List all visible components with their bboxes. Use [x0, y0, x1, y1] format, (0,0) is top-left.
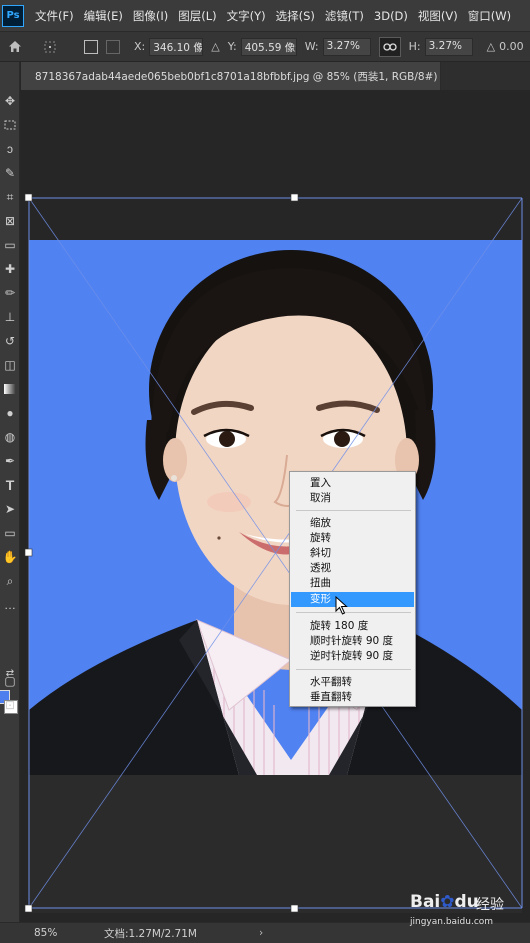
- baidu-paw-icon: ✿: [440, 892, 455, 912]
- path-select-icon[interactable]: ➤: [0, 498, 20, 520]
- menu-view[interactable]: 视图(V): [413, 8, 463, 24]
- baidu-jingyan-watermark: Bai✿du 经验 jingyan.baidu.com: [410, 888, 526, 938]
- screen-mode-icon[interactable]: ▢: [0, 670, 20, 692]
- photoshop-logo[interactable]: Ps: [2, 4, 24, 27]
- jingyan-label: 经验: [476, 897, 504, 913]
- tools-panel: ✥ ↄ ✎ ⌗ ⊠ ▭ ✚ ✏ ⊥ ↺ ◫ ● ◍ ✒ T ➤ ▭ ✋ ⌕ … …: [0, 62, 20, 922]
- zoom-level-field[interactable]: 85%: [34, 927, 74, 939]
- menu-separator: [296, 510, 411, 511]
- menu-item-rotate-90-cw[interactable]: 顺时针旋转 90 度: [291, 634, 414, 649]
- status-menu-arrow-icon[interactable]: ›: [259, 927, 263, 939]
- lasso-tool-icon[interactable]: ↄ: [0, 138, 20, 160]
- menu-item-warp[interactable]: 变形: [291, 592, 414, 607]
- chain-link-icon[interactable]: [378, 36, 401, 57]
- brush-tool-icon[interactable]: ✏: [0, 282, 20, 304]
- menu-window[interactable]: 窗口(W): [463, 8, 516, 24]
- home-icon[interactable]: [6, 39, 24, 55]
- history-brush-icon[interactable]: ↺: [0, 330, 20, 352]
- stamp-tool-icon[interactable]: ⊥: [0, 306, 20, 328]
- menu-item-place[interactable]: 置入: [291, 476, 414, 491]
- document-info[interactable]: 文档:1.27M/2.71M: [104, 926, 197, 941]
- menu-item-rotate-180[interactable]: 旋转 180 度: [291, 619, 414, 634]
- menu-layer[interactable]: 图层(L): [173, 8, 221, 24]
- angle-icon: △: [486, 40, 496, 53]
- menu-item-rotate-90-ccw[interactable]: 逆时针旋转 90 度: [291, 649, 414, 664]
- x-label: X:: [134, 40, 146, 53]
- menu-item-flip-vertical[interactable]: 垂直翻转: [291, 690, 414, 705]
- angle-field[interactable]: 0.00: [499, 40, 524, 53]
- hand-tool-icon[interactable]: ✋: [0, 546, 20, 568]
- document-tab[interactable]: 8718367adab44aede065beb0bf1c8701a18bfbbf…: [21, 62, 465, 90]
- frame-tool-icon[interactable]: ⊠: [0, 210, 20, 232]
- eraser-tool-icon[interactable]: ◫: [0, 354, 20, 376]
- move-tool-icon[interactable]: ✥: [0, 90, 20, 112]
- document-title: 8718367adab44aede065beb0bf1c8701a18bfbbf…: [35, 70, 447, 83]
- menu-item-perspective[interactable]: 透视: [291, 561, 414, 576]
- edit-toolbar-icon[interactable]: ⊡: [0, 694, 20, 716]
- transform-context-menu: 置入 取消 缩放 旋转 斜切 透视 扭曲 变形 旋转 180 度 顺时针旋转 9…: [289, 471, 416, 707]
- transform-bounding-box[interactable]: [21, 90, 530, 922]
- x-field[interactable]: 346.10 像素: [149, 37, 204, 56]
- y-label: Y:: [227, 40, 237, 53]
- crop-tool-icon[interactable]: ⌗: [0, 186, 20, 208]
- more-tools-icon[interactable]: …: [0, 594, 20, 616]
- menu-item-skew[interactable]: 斜切: [291, 546, 414, 561]
- gradient-tool-icon[interactable]: [0, 378, 20, 400]
- mouse-pointer-icon: [335, 596, 348, 615]
- watermark-url: jingyan.baidu.com: [410, 917, 494, 927]
- menu-edit[interactable]: 编辑(E): [79, 8, 128, 24]
- menu-image[interactable]: 图像(I): [128, 8, 173, 24]
- menu-item-rotate[interactable]: 旋转: [291, 531, 414, 546]
- dodge-tool-icon[interactable]: ◍: [0, 426, 20, 448]
- quick-select-tool-icon[interactable]: ✎: [0, 162, 20, 184]
- menu-separator: [296, 612, 411, 613]
- tab-strip-empty: [441, 62, 530, 90]
- menu-item-cancel[interactable]: 取消: [291, 491, 414, 506]
- baidu-logo: Bai✿du: [410, 892, 479, 912]
- width-field[interactable]: 3.27%: [322, 37, 371, 56]
- type-tool-icon[interactable]: T: [0, 474, 20, 496]
- y-field[interactable]: 405.59 像素: [240, 37, 297, 56]
- marquee-tool-icon[interactable]: [0, 114, 20, 136]
- pen-tool-icon[interactable]: ✒: [0, 450, 20, 472]
- h-label: H:: [408, 40, 421, 53]
- healing-brush-icon[interactable]: ✚: [0, 258, 20, 280]
- zoom-tool-icon[interactable]: ⌕: [0, 570, 20, 592]
- menu-bar: Ps 文件(F) 编辑(E) 图像(I) 图层(L) 文字(Y) 选择(S) 滤…: [0, 0, 530, 32]
- canvas-workspace[interactable]: [21, 90, 530, 922]
- baidu-logo-text-1: Bai: [410, 892, 441, 912]
- menu-file[interactable]: 文件(F): [30, 8, 79, 24]
- reference-point-grid-icon[interactable]: [106, 39, 120, 54]
- use-reference-point-checkbox[interactable]: [84, 39, 98, 54]
- reference-point-icon[interactable]: [42, 39, 58, 55]
- menu-separator: [296, 669, 411, 670]
- menu-item-flip-horizontal[interactable]: 水平翻转: [291, 675, 414, 690]
- menu-item-scale[interactable]: 缩放: [291, 516, 414, 531]
- height-field[interactable]: 3.27%: [424, 37, 473, 56]
- menu-select[interactable]: 选择(S): [271, 8, 320, 24]
- menu-filter[interactable]: 滤镜(T): [320, 8, 369, 24]
- options-bar: X: 346.10 像素 △ Y: 405.59 像素 W: 3.27% H: …: [0, 32, 530, 62]
- delta-icon[interactable]: △: [211, 40, 219, 53]
- menu-type[interactable]: 文字(Y): [222, 8, 271, 24]
- menu-item-distort[interactable]: 扭曲: [291, 576, 414, 591]
- rectangle-tool-icon[interactable]: ▭: [0, 522, 20, 544]
- w-label: W:: [304, 40, 319, 53]
- ruler-tool-icon[interactable]: ▭: [0, 234, 20, 256]
- blur-tool-icon[interactable]: ●: [0, 402, 20, 424]
- menu-3d[interactable]: 3D(D): [369, 9, 413, 23]
